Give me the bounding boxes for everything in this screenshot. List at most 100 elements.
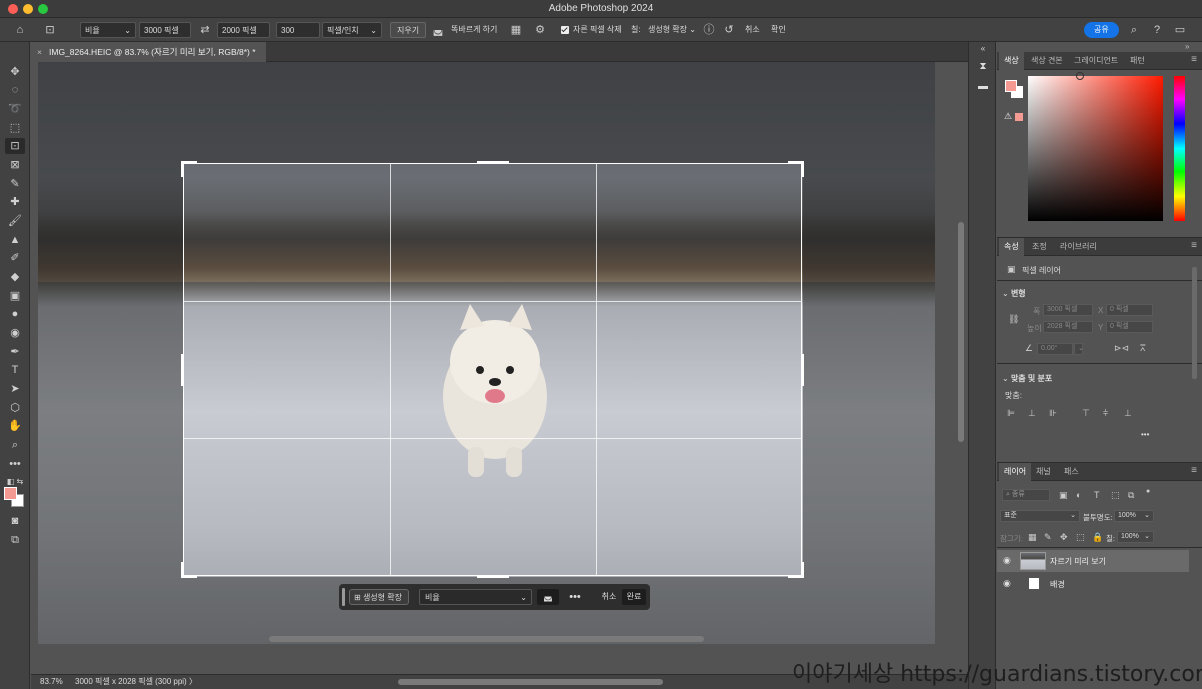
tab-layers[interactable]: 레이어 bbox=[999, 463, 1032, 481]
eraser-tool-icon[interactable]: ◆ bbox=[5, 269, 25, 285]
flip-horizontal-icon[interactable]: ⊳⊲ bbox=[1114, 343, 1129, 354]
document-tab[interactable]: × IMG_8264.HEIC @ 83.7% (자르기 미리 보기, RGB/… bbox=[31, 42, 266, 62]
share-button[interactable]: 공유 bbox=[1084, 22, 1119, 38]
home-icon[interactable]: ⌂ bbox=[12, 22, 28, 38]
crop-box[interactable] bbox=[181, 161, 804, 578]
tab-patterns[interactable]: 패턴 bbox=[1125, 52, 1150, 70]
commit-crop-button[interactable]: 확인 bbox=[771, 22, 786, 38]
tab-gradients[interactable]: 그레이디언트 bbox=[1069, 52, 1123, 70]
height-field[interactable]: 2028 픽셀 bbox=[1043, 321, 1093, 333]
lock-transparent-icon[interactable]: ▦ bbox=[1028, 532, 1037, 543]
healing-brush-tool-icon[interactable]: ✚ bbox=[5, 194, 25, 210]
width-field[interactable]: 3000 픽셀 bbox=[1043, 304, 1093, 316]
lock-pixels-icon[interactable]: ✎ bbox=[1044, 532, 1052, 543]
visibility-eye-icon[interactable]: ◉ bbox=[1003, 555, 1011, 566]
angle-dropdown[interactable]: ⌄ bbox=[1074, 343, 1084, 355]
lasso-tool-icon[interactable]: ➰ bbox=[5, 101, 25, 117]
color-picker-field[interactable] bbox=[1028, 72, 1163, 221]
hand-tool-icon[interactable]: ✋ bbox=[5, 418, 25, 434]
layer-row[interactable]: ◉ 자르기 미리 보기 bbox=[997, 550, 1189, 572]
flip-vertical-icon[interactable]: ⩞ bbox=[1140, 343, 1145, 354]
clone-stamp-tool-icon[interactable]: ▲ bbox=[5, 232, 25, 248]
panel-foreground-swatch[interactable] bbox=[1005, 80, 1017, 92]
delete-cropped-checkbox[interactable]: 자른 픽셀 삭제 bbox=[561, 22, 622, 38]
layer-filter-kind[interactable]: ⌕ 종류 bbox=[1002, 489, 1050, 501]
layer-row[interactable]: ◉ 배경 bbox=[997, 573, 1189, 595]
canvas-vertical-scrollbar[interactable] bbox=[958, 222, 964, 442]
cancel-crop-button[interactable]: 취소 bbox=[745, 22, 760, 38]
y-field[interactable]: 0 픽셀 bbox=[1106, 321, 1153, 333]
pen-tool-icon[interactable]: ✒ bbox=[5, 344, 25, 360]
settings-gear-icon[interactable]: ⚙ bbox=[532, 22, 548, 38]
eyedropper-tool-icon[interactable]: ✎ bbox=[5, 176, 25, 192]
quick-mask-icon[interactable]: ◙ bbox=[5, 513, 25, 529]
canvas-horizontal-scrollbar[interactable] bbox=[269, 636, 704, 642]
shape-tool-icon[interactable]: ⬡ bbox=[5, 400, 25, 416]
resolution-unit-select[interactable]: 픽셀/인치 ⌄ bbox=[322, 22, 382, 38]
document-image[interactable] bbox=[38, 62, 935, 644]
align-center-horizontal-icon[interactable]: ⊥ bbox=[1028, 408, 1036, 419]
filter-pixel-icon[interactable]: ▣ bbox=[1059, 490, 1068, 501]
visibility-eye-icon[interactable]: ◉ bbox=[1003, 578, 1011, 589]
color-picker-cursor[interactable] bbox=[1076, 72, 1084, 80]
crop-handle-left[interactable] bbox=[181, 354, 184, 386]
swap-dimensions-icon[interactable]: ⇄ bbox=[197, 22, 213, 38]
crop-tool-preset-icon[interactable]: ⊡ bbox=[42, 22, 58, 38]
tab-color[interactable]: 색상 bbox=[999, 52, 1024, 70]
reset-icon[interactable]: ↺ bbox=[721, 22, 737, 38]
straighten-icon[interactable]: ◛ bbox=[537, 589, 559, 605]
zoom-tool-icon[interactable]: ⌕ bbox=[5, 437, 25, 453]
crop-tool-icon[interactable]: ⊡ bbox=[5, 138, 25, 154]
status-scrollbar[interactable] bbox=[398, 679, 663, 685]
filter-shape-icon[interactable]: ⬚ bbox=[1111, 490, 1120, 501]
filter-adjustment-icon[interactable]: ◐ bbox=[1076, 490, 1081, 500]
foreground-color-swatch[interactable] bbox=[4, 487, 17, 500]
brush-tool-icon[interactable]: 🖌 bbox=[5, 213, 25, 229]
collapse-icon[interactable]: « bbox=[975, 44, 991, 53]
filter-type-icon[interactable]: T bbox=[1094, 490, 1100, 500]
align-bottom-icon[interactable]: ⊥ bbox=[1124, 408, 1132, 419]
contextual-done-button[interactable]: 완료 bbox=[622, 589, 646, 605]
tab-properties[interactable]: 속성 bbox=[999, 238, 1024, 256]
clear-button[interactable]: 지우기 bbox=[390, 22, 427, 38]
lock-all-icon[interactable]: 🔒 bbox=[1092, 532, 1103, 543]
straighten-icon[interactable]: ◛ bbox=[430, 22, 446, 38]
angle-field[interactable]: 0.00° bbox=[1037, 343, 1073, 355]
crop-handle-bottom-right[interactable] bbox=[788, 562, 804, 578]
history-brush-tool-icon[interactable]: ✐ bbox=[5, 250, 25, 266]
more-align-options[interactable]: ••• bbox=[1141, 430, 1149, 439]
resolution-input[interactable]: 300 bbox=[276, 22, 320, 38]
taskbar-grip-handle[interactable] bbox=[342, 588, 345, 606]
ratio-select[interactable]: 비율 ⌄ bbox=[80, 22, 136, 38]
blend-mode-select[interactable]: 표준 ⌄ bbox=[1000, 510, 1080, 522]
contextual-ratio-select[interactable]: 비율 ⌄ bbox=[419, 589, 532, 605]
height-input[interactable]: 2000 픽셀 bbox=[217, 22, 270, 38]
crop-handle-bottom[interactable] bbox=[477, 575, 509, 578]
crop-handle-top[interactable] bbox=[477, 161, 509, 164]
lock-artboard-icon[interactable]: ⬚ bbox=[1076, 532, 1085, 543]
move-tool-icon[interactable]: ✥ bbox=[5, 64, 25, 80]
workspace-icon[interactable]: ▭ bbox=[1172, 22, 1188, 38]
canvas-area[interactable]: ⊞ 생성형 확장 비율 ⌄ ◛ ••• 취소 완료 bbox=[31, 62, 968, 674]
screen-mode-icon[interactable]: ⧉ bbox=[5, 532, 25, 548]
link-dimensions-icon[interactable]: ⛓ bbox=[1008, 314, 1019, 325]
align-left-icon[interactable]: ⊫ bbox=[1007, 408, 1015, 419]
object-selection-tool-icon[interactable]: ⬚ bbox=[5, 120, 25, 136]
gradient-tool-icon[interactable]: ▣ bbox=[5, 288, 25, 304]
zoom-level[interactable]: 83.7% bbox=[40, 675, 63, 689]
comments-panel-icon[interactable]: ▬ bbox=[975, 81, 991, 92]
gamut-warning-icon[interactable]: ⚠ bbox=[1004, 111, 1012, 122]
tab-channels[interactable]: 채널 bbox=[1031, 463, 1056, 481]
frame-tool-icon[interactable]: ⊠ bbox=[5, 157, 25, 173]
gamut-color-swatch[interactable] bbox=[1015, 113, 1023, 121]
blur-tool-icon[interactable]: ● bbox=[5, 306, 25, 322]
filter-toggle-icon[interactable]: ● bbox=[1146, 488, 1150, 495]
filter-smart-object-icon[interactable]: ⧉ bbox=[1128, 490, 1134, 501]
transform-section-header[interactable]: ⌄ 변형 bbox=[1002, 288, 1026, 299]
properties-scrollbar[interactable] bbox=[1192, 267, 1197, 379]
align-section-header[interactable]: ⌄ 맞춤 및 분포 bbox=[1002, 373, 1052, 384]
help-icon[interactable]: ? bbox=[1149, 22, 1165, 38]
lock-position-icon[interactable]: ✥ bbox=[1060, 532, 1068, 543]
panel-menu-icon[interactable]: ≡ bbox=[1191, 54, 1197, 65]
width-input[interactable]: 3000 픽셀 bbox=[139, 22, 191, 38]
